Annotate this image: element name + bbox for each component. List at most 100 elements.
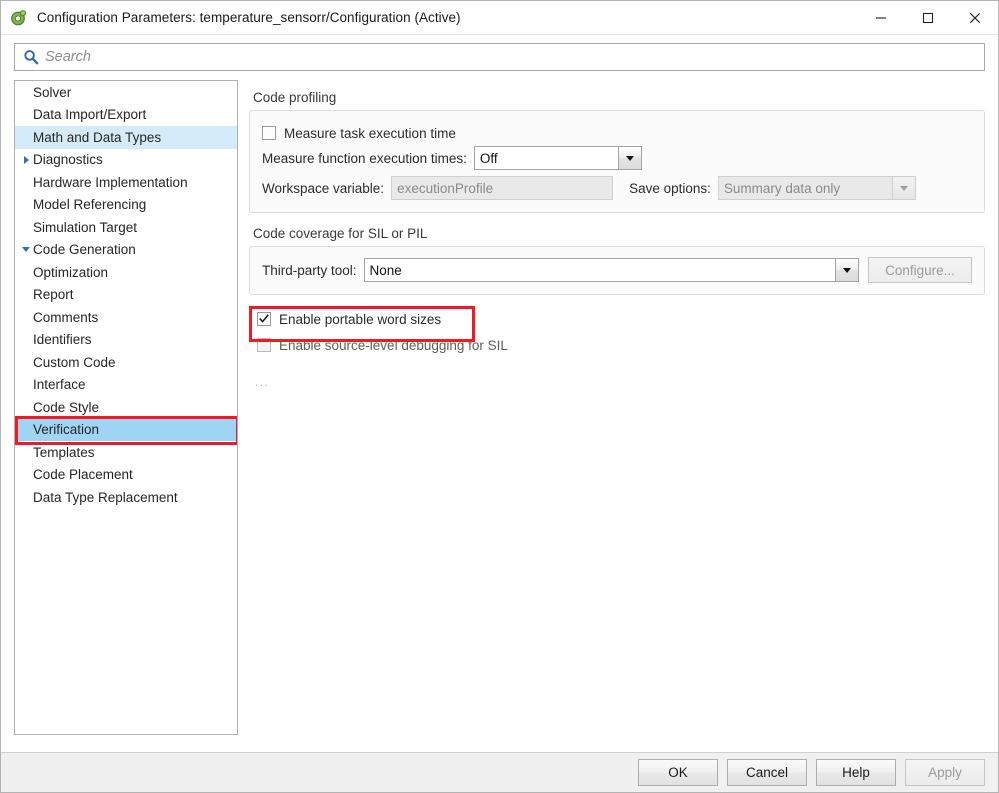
sidebar-item-label: Data Type Replacement [33,489,178,505]
save-options-dropdown[interactable]: Summary data only [717,176,916,200]
check-icon [259,314,269,323]
sidebar-item-label: Hardware Implementation [33,174,188,190]
code-profiling-group: Measure task execution time Measure func… [249,110,985,213]
sidebar-item-label: Custom Code [33,354,116,370]
dialog-footer: OK Cancel Help Apply [1,752,998,792]
dropdown-value: Summary data only [723,180,841,196]
minimize-icon[interactable] [857,1,904,34]
body-split: Solver Data Import/Export Math and Data Ty… [1,80,998,742]
sidebar-item-data-type-replacement[interactable]: Data Type Replacement [15,486,237,509]
apply-button-label: Apply [928,765,962,780]
dropdown-value: Off [479,150,498,166]
sidebar-item-label: Interface [33,377,86,393]
chevron-down-icon[interactable] [835,259,858,281]
ok-button[interactable]: OK [638,759,718,786]
chevron-right-icon[interactable] [19,155,33,164]
apply-button[interactable]: Apply [905,759,985,786]
chevron-down-icon[interactable] [19,247,33,253]
dropdown-value: None [369,262,402,278]
sidebar-item-diagnostics[interactable]: Diagnostics [15,149,237,172]
code-coverage-group: Third-party tool: None Configure... [249,246,985,295]
third-party-tool-row: Third-party tool: None Configure... [262,257,972,283]
measure-function-execution-times-row: Measure function execution times: Off [262,145,972,171]
measure-task-execution-time-label: Measure task execution time [284,125,456,141]
sidebar-item-label: Templates [33,444,95,460]
enable-portable-word-sizes-label: Enable portable word sizes [279,311,442,327]
verification-pane: Code profiling Measure task execution ti… [238,80,985,742]
sidebar-item-custom-code[interactable]: Custom Code [15,351,237,374]
code-coverage-caption: Code coverage for SIL or PIL [253,226,428,241]
sidebar-item-label: Optimization [33,264,109,280]
sidebar-item-data-import-export[interactable]: Data Import/Export [15,104,237,127]
sidebar-item-math-and-data-types[interactable]: Math and Data Types [15,126,237,149]
sidebar-item-interface[interactable]: Interface [15,374,237,397]
save-options-label: Save options: [629,180,711,196]
window-title: Configuration Parameters: temperature_se… [37,10,461,25]
search-row [1,35,998,80]
chevron-down-icon[interactable] [891,177,915,199]
configure-button[interactable]: Configure... [868,257,972,283]
sidebar-item-label: Identifiers [33,332,92,348]
sidebar-item-templates[interactable]: Templates [15,441,237,464]
sidebar-item-label: Data Import/Export [33,107,147,123]
overflow-note: ... [255,374,269,389]
verification-options: Enable portable word sizes Enable source… [249,306,985,358]
sidebar-item-solver[interactable]: Solver [15,81,237,104]
third-party-tool-dropdown[interactable]: None [363,258,859,282]
checkbox-box [257,338,271,352]
ok-button-label: OK [668,765,688,780]
third-party-tool-label: Third-party tool: [262,262,357,278]
sidebar-item-label: Code Style [33,399,100,415]
sidebar-item-comments[interactable]: Comments [15,306,237,329]
enable-source-level-debugging-checkbox[interactable]: Enable source-level debugging for SIL [257,332,985,358]
sidebar-item-code-placement[interactable]: Code Placement [15,464,237,487]
configure-button-label: Configure... [885,262,955,278]
enable-portable-word-sizes-checkbox[interactable]: Enable portable word sizes [257,306,985,332]
settings-tree-panel[interactable]: Solver Data Import/Export Math and Data Ty… [14,80,238,735]
settings-tree: Solver Data Import/Export Math and Data Ty… [15,81,237,509]
sidebar-item-hardware-implementation[interactable]: Hardware Implementation [15,171,237,194]
cancel-button-label: Cancel [745,765,789,780]
code-profiling-caption: Code profiling [253,90,337,105]
sidebar-item-code-style[interactable]: Code Style [15,396,237,419]
close-icon[interactable] [951,1,998,34]
sidebar-item-model-referencing[interactable]: Model Referencing [15,194,237,217]
sidebar-item-optimization[interactable]: Optimization [15,261,237,284]
sidebar-item-label: Code Placement [33,467,133,483]
search-box[interactable] [14,43,985,71]
enable-source-level-debugging-label: Enable source-level debugging for SIL [279,337,508,353]
checkbox-box [262,126,276,140]
sidebar-item-label: Simulation Target [33,219,138,235]
workspace-variable-input[interactable]: executionProfile [391,176,614,200]
sidebar-item-label: Diagnostics [33,152,103,168]
sidebar-item-label: Solver [33,84,72,100]
chevron-down-icon[interactable] [617,147,641,169]
sidebar-item-label: Verification [33,422,100,438]
sidebar-item-verification[interactable]: Verification [15,418,237,441]
sidebar-item-identifiers[interactable]: Identifiers [15,329,237,352]
workspace-variable-row: Workspace variable: executionProfile Sav… [262,175,972,201]
title-bar: Configuration Parameters: temperature_se… [1,1,998,35]
cancel-button[interactable]: Cancel [727,759,807,786]
window-controls [857,1,998,34]
workspace-variable-value: executionProfile [397,180,494,196]
sidebar-item-report[interactable]: Report [15,284,237,307]
search-input[interactable] [45,46,984,68]
sidebar-item-label: Math and Data Types [33,129,162,145]
help-button[interactable]: Help [816,759,896,786]
maximize-icon[interactable] [904,1,951,34]
sidebar-item-simulation-target[interactable]: Simulation Target [15,216,237,239]
sidebar-item-code-generation[interactable]: Code Generation [15,239,237,262]
search-icon [23,49,39,65]
measure-task-execution-time-checkbox[interactable]: Measure task execution time [262,121,972,145]
measure-function-execution-times-label: Measure function execution times: [262,150,467,166]
configuration-parameters-window: Configuration Parameters: temperature_se… [0,0,999,793]
sidebar-item-label: Comments [33,309,99,325]
measure-function-execution-times-dropdown[interactable]: Off [473,146,642,170]
sidebar-item-label: Model Referencing [33,197,147,213]
simulink-config-icon [10,9,28,27]
workspace-variable-label: Workspace variable: [262,180,385,196]
sidebar-item-label: Code Generation [33,242,136,258]
sidebar-item-label: Report [33,287,74,303]
